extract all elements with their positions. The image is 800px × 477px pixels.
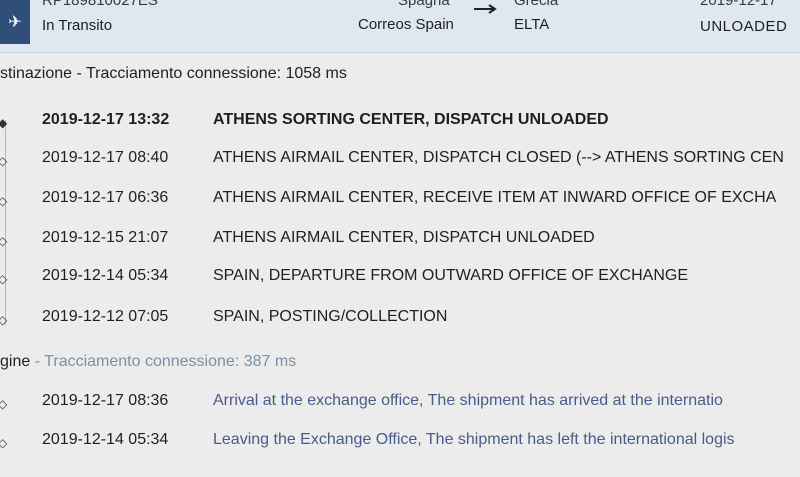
diamond-icon: ◇ (0, 154, 8, 168)
origin-section-title: gine - Tracciamento connessione: 387 ms (0, 353, 800, 371)
tracking-number: RP189810027ES (42, 0, 158, 9)
event-row[interactable]: ◇ 2019-12-14 05:34 Leaving the Exchange … (0, 428, 800, 458)
shipment-summary-bar[interactable]: ✈ RP189810027ES In Transito Spagna Corre… (0, 0, 800, 53)
destination-section-title: stinazione - Tracciamento connessione: 1… (0, 65, 347, 82)
event-timestamp: 2019-12-17 06:36 (42, 189, 169, 206)
diamond-icon: ◇ (0, 194, 8, 208)
origin-section-title-prefix: gine (0, 353, 31, 370)
event-description: SPAIN, DEPARTURE FROM OUTWARD OFFICE OF … (213, 267, 688, 284)
event-row[interactable]: ◇ 2019-12-17 08:40 ATHENS AIRMAIL CENTER… (0, 146, 800, 176)
diamond-icon: ◇ (0, 313, 8, 327)
status-label: In Transito (42, 17, 113, 34)
origin-carrier: Correos Spain (358, 16, 454, 33)
filled-diamond-icon: ◆ (0, 116, 8, 130)
diamond-icon: ◇ (0, 234, 8, 248)
event-description: ATHENS AIRMAIL CENTER, DISPATCH UNLOADED (213, 229, 595, 246)
event-description: ATHENS SORTING CENTER, DISPATCH UNLOADED (213, 111, 609, 128)
dest-carrier: ELTA (514, 16, 550, 33)
event-timestamp: 2019-12-12 07:05 (42, 308, 169, 325)
diamond-icon: ◇ (0, 436, 8, 450)
event-description: ATHENS AIRMAIL CENTER, DISPATCH CLOSED (… (213, 149, 784, 166)
event-row[interactable]: ◇ 2019-12-14 05:34 SPAIN, DEPARTURE FROM… (0, 264, 800, 294)
diamond-icon: ◇ (0, 397, 8, 411)
event-description: ATHENS AIRMAIL CENTER, RECEIVE ITEM AT I… (213, 189, 777, 206)
event-timestamp: 2019-12-14 05:34 (42, 267, 169, 284)
diamond-icon: ◇ (0, 272, 8, 286)
event-row[interactable]: ◇ 2019-12-17 08:36 Arrival at the exchan… (0, 389, 800, 419)
event-description: Leaving the Exchange Office, The shipmen… (213, 431, 735, 448)
event-row[interactable]: ◆ 2019-12-17 13:32 ATHENS SORTING CENTER… (0, 108, 800, 138)
event-description: SPAIN, POSTING/COLLECTION (213, 308, 448, 325)
dest-country: Grecia (514, 0, 559, 9)
event-timestamp: 2019-12-14 05:34 (42, 431, 169, 448)
event-timestamp: 2019-12-15 21:07 (42, 229, 169, 246)
event-row[interactable]: ◇ 2019-12-17 06:36 ATHENS AIRMAIL CENTER… (0, 186, 800, 216)
latest-date: 2019-12-17 (700, 0, 777, 9)
latest-event: UNLOADED (700, 18, 788, 35)
event-timestamp: 2019-12-17 13:32 (42, 111, 170, 128)
event-row[interactable]: ◇ 2019-12-15 21:07 ATHENS AIRMAIL CENTER… (0, 226, 800, 256)
event-timestamp: 2019-12-17 08:36 (42, 392, 169, 409)
airplane-icon: ✈ (0, 0, 30, 44)
origin-country: Spagna (398, 0, 450, 9)
event-row[interactable]: ◇ 2019-12-12 07:05 SPAIN, POSTING/COLLEC… (0, 305, 800, 335)
origin-section-title-rest: - Tracciamento connessione: 387 ms (30, 353, 297, 370)
arrow-right-icon (474, 4, 497, 14)
event-description: Arrival at the exchange office, The ship… (213, 392, 723, 409)
event-timestamp: 2019-12-17 08:40 (42, 149, 169, 166)
